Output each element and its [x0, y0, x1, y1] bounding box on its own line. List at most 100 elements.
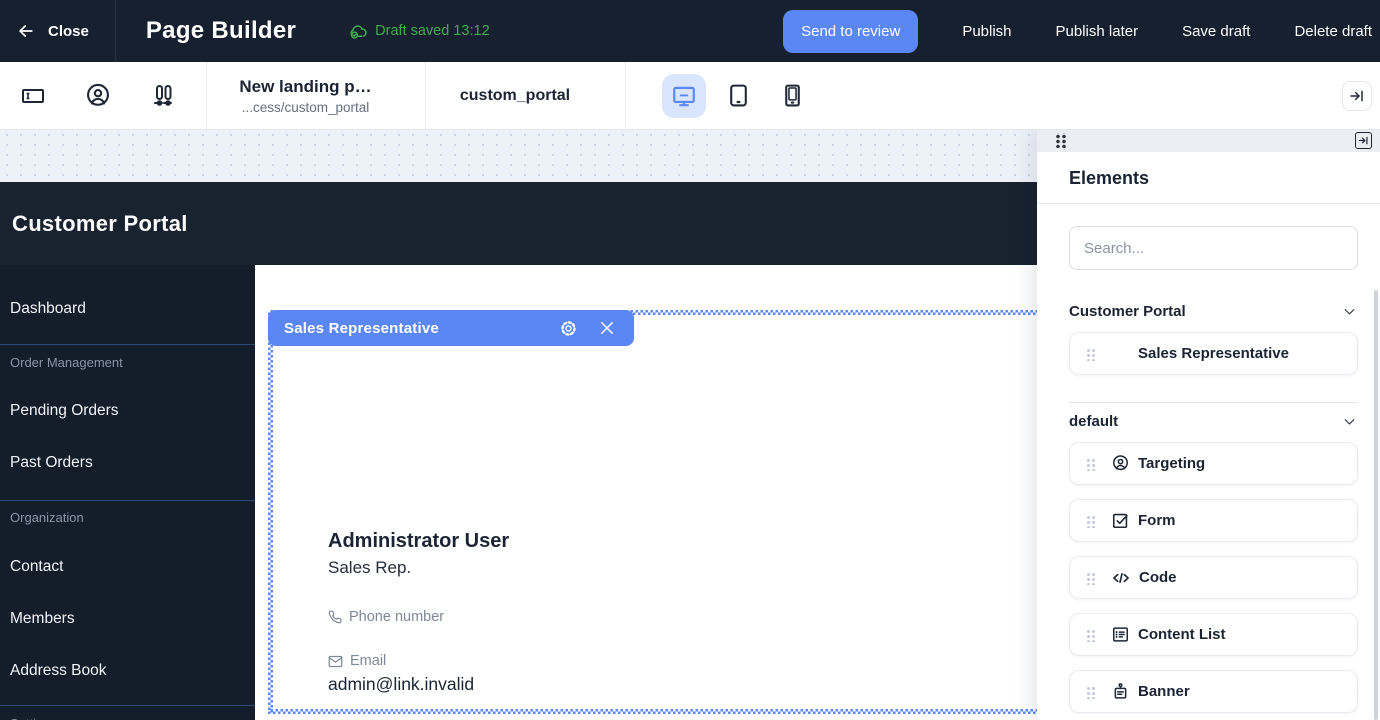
- input-field-icon: [20, 83, 46, 109]
- publish-button[interactable]: Publish: [962, 23, 1011, 40]
- panel-divider: [1037, 203, 1380, 204]
- chevron-down-icon: [1341, 413, 1358, 430]
- element-label: Banner: [1138, 683, 1190, 700]
- group-header-customer-portal[interactable]: Customer Portal: [1069, 303, 1358, 320]
- element-card-form[interactable]: Form: [1069, 499, 1358, 542]
- panel-scrollbar[interactable]: [1374, 290, 1378, 720]
- sidebar-item-past-orders[interactable]: Past Orders: [0, 453, 255, 472]
- drag-handle-icon[interactable]: [1086, 685, 1095, 699]
- close-label: Close: [48, 23, 89, 40]
- content-list-icon: [1111, 625, 1130, 644]
- toolbar-divider: [625, 62, 626, 130]
- code-icon: [1111, 568, 1131, 588]
- builder-toolbar: New landing p… ...cess/custom_portal cus…: [0, 62, 1380, 130]
- mobile-icon: [780, 83, 805, 108]
- selected-element[interactable]: Sales Representative: [268, 310, 1037, 714]
- device-desktop-button[interactable]: [662, 74, 706, 118]
- sidebar-item-dashboard[interactable]: Dashboard: [0, 299, 255, 318]
- sidebar-divider: [0, 500, 255, 501]
- send-to-review-button[interactable]: Send to review: [783, 10, 918, 53]
- group-divider: [1069, 402, 1358, 403]
- sidebar-section-organization: Organization: [0, 511, 255, 525]
- banner-icon: [1111, 682, 1130, 701]
- element-settings-button[interactable]: [559, 319, 578, 338]
- arrow-to-bar-icon: [1358, 135, 1369, 146]
- site-header: Customer Portal: [0, 182, 1037, 265]
- page-name: New landing p…: [207, 77, 404, 97]
- collapse-panel-button[interactable]: [1342, 81, 1372, 111]
- rep-name: Administrator User: [328, 530, 509, 553]
- settings-sliders-button[interactable]: [141, 74, 185, 118]
- page-content-area: Sales Representative: [255, 265, 1037, 720]
- desktop-icon: [671, 83, 697, 109]
- email-value: admin@link.invalid: [328, 674, 509, 695]
- page-path: ...cess/custom_portal: [207, 100, 404, 115]
- close-icon: [598, 319, 616, 337]
- sidebar-divider: [0, 344, 255, 345]
- sidebar-item-pending-orders[interactable]: Pending Orders: [0, 401, 255, 420]
- element-card-banner[interactable]: Banner: [1069, 670, 1358, 713]
- phone-icon: [328, 610, 342, 624]
- sidebar-item-members[interactable]: Members: [0, 609, 255, 628]
- element-remove-button[interactable]: [598, 319, 616, 337]
- tab-custom-portal[interactable]: custom_portal: [426, 87, 604, 105]
- element-card-sales-representative[interactable]: Sales Representative: [1069, 332, 1358, 375]
- gear-icon: [559, 319, 578, 338]
- selection-border: [268, 709, 1037, 714]
- element-card-code[interactable]: Code: [1069, 556, 1358, 599]
- save-draft-button[interactable]: Save draft: [1182, 23, 1250, 40]
- element-label: Form: [1138, 512, 1176, 529]
- element-card-targeting[interactable]: Targeting: [1069, 442, 1358, 485]
- delete-draft-button[interactable]: Delete draft: [1294, 23, 1372, 40]
- page-canvas: Customer Portal Dashboard Order Manageme…: [0, 182, 1037, 720]
- publish-later-button[interactable]: Publish later: [1056, 23, 1139, 40]
- drag-handle-icon[interactable]: [1054, 133, 1066, 148]
- sidebar-item-contact[interactable]: Contact: [0, 557, 255, 576]
- arrow-to-bar-icon: [1349, 88, 1365, 104]
- drag-handle-icon[interactable]: [1086, 457, 1095, 471]
- site-title: Customer Portal: [0, 211, 188, 237]
- selected-element-toolbar: Sales Representative: [268, 310, 634, 346]
- draft-status-text: Draft saved 13:12: [375, 23, 489, 39]
- selection-border: [268, 310, 273, 714]
- cloud-check-icon: [348, 22, 367, 41]
- back-arrow-icon: [16, 21, 36, 41]
- close-button[interactable]: Close: [0, 0, 115, 62]
- site-sidebar: Dashboard Order Management Pending Order…: [0, 265, 255, 720]
- device-mobile-button[interactable]: [770, 74, 814, 118]
- panel-drag-strip[interactable]: [1037, 128, 1380, 152]
- email-field-label: Email: [350, 653, 386, 669]
- elements-panel: Elements Customer Portal Sales Represent…: [1037, 128, 1380, 720]
- topbar-divider: [115, 0, 116, 62]
- element-label: Code: [1139, 569, 1177, 586]
- page-selector[interactable]: New landing p… ...cess/custom_portal: [207, 77, 404, 115]
- sidebar-divider: [0, 705, 255, 706]
- vertical-sliders-icon: [149, 82, 177, 110]
- form-icon: [1111, 511, 1130, 530]
- tablet-icon: [726, 83, 751, 108]
- draft-status: Draft saved 13:12: [348, 22, 489, 41]
- audience-button[interactable]: [76, 74, 120, 118]
- app-title: Page Builder: [146, 17, 296, 45]
- group-header-default[interactable]: default: [1069, 413, 1358, 430]
- chevron-down-icon: [1341, 303, 1358, 320]
- sidebar-section-order-management: Order Management: [0, 356, 255, 370]
- panel-title: Elements: [1069, 168, 1358, 189]
- group-name: default: [1069, 413, 1118, 430]
- element-label: Content List: [1138, 626, 1226, 643]
- element-card-content-list[interactable]: Content List: [1069, 613, 1358, 656]
- device-tablet-button[interactable]: [716, 74, 760, 118]
- drag-handle-icon[interactable]: [1086, 514, 1095, 528]
- person-circle-icon: [84, 82, 112, 110]
- panel-collapse-button[interactable]: [1355, 132, 1372, 149]
- text-input-element-button[interactable]: [11, 74, 55, 118]
- drag-handle-icon[interactable]: [1086, 628, 1095, 642]
- selected-element-name: Sales Representative: [268, 320, 439, 337]
- drag-handle-icon[interactable]: [1086, 571, 1095, 585]
- top-bar: Close Page Builder Draft saved 13:12 Sen…: [0, 0, 1380, 62]
- search-input[interactable]: [1069, 226, 1358, 270]
- rep-role: Sales Rep.: [328, 558, 509, 578]
- email-icon: [328, 654, 343, 669]
- sales-rep-widget: Administrator User Sales Rep. Phone numb…: [328, 530, 509, 695]
- sidebar-item-address-book[interactable]: Address Book: [0, 661, 255, 680]
